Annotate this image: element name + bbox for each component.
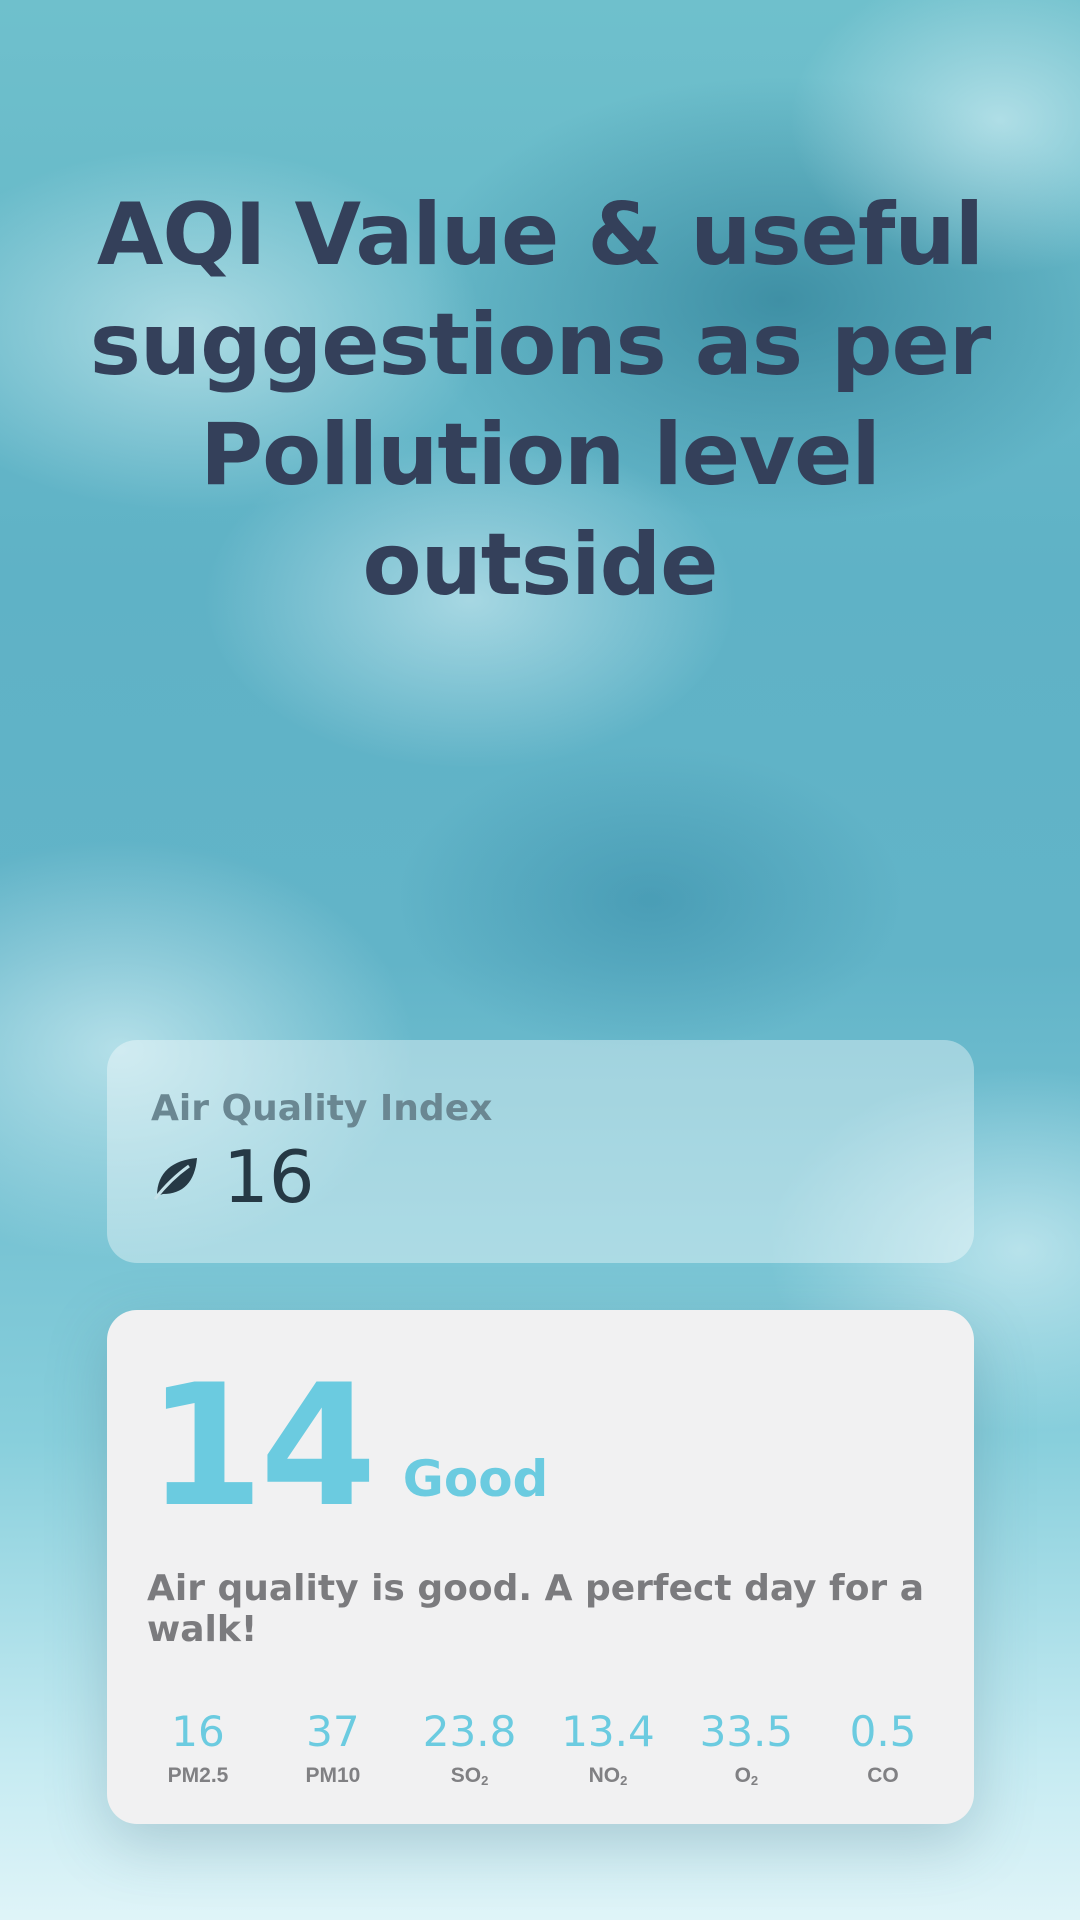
pollutant-name: NO2	[588, 1764, 628, 1788]
pollutant-name: SO2	[450, 1764, 489, 1788]
pollutant-value: 13.4	[561, 1707, 655, 1756]
pollutant-pm25[interactable]: 16 PM2.5	[153, 1708, 243, 1788]
score-row: 14 Good	[147, 1348, 934, 1544]
pollutant-list: 16 PM2.5 37 PM10 23.8 SO2 13.4 NO2 33.5 …	[147, 1707, 934, 1789]
pollutant-co[interactable]: 0.5 CO	[838, 1708, 928, 1788]
aqi-score: 14	[147, 1348, 377, 1544]
pollutant-o2[interactable]: 33.5 O2	[699, 1707, 794, 1789]
advice-text: Air quality is good. A perfect day for a…	[147, 1568, 925, 1650]
page-headline: AQI Value & useful suggestions as per Po…	[89, 185, 992, 615]
leaf-icon	[153, 1158, 197, 1200]
pollutant-no2[interactable]: 13.4 NO2	[561, 1707, 655, 1789]
pollutant-so2[interactable]: 23.8 SO2	[422, 1707, 517, 1789]
pollutant-name: CO	[867, 1764, 899, 1787]
pollutant-value: 23.8	[422, 1707, 517, 1756]
pollutant-value: 33.5	[699, 1707, 794, 1756]
aqi-label: Air Quality Index	[151, 1088, 493, 1129]
aqi-level-label: Good	[402, 1450, 549, 1508]
pollutant-value: 0.5	[849, 1707, 917, 1756]
air-quality-detail-card[interactable]: 14 Good Air quality is good. A perfect d…	[107, 1310, 974, 1824]
pollutant-name: PM2.5	[167, 1764, 229, 1787]
aqi-value: 16	[223, 1135, 315, 1219]
pollutant-name: PM10	[305, 1764, 361, 1787]
pollutant-value: 16	[171, 1707, 225, 1756]
pollutant-value: 37	[306, 1707, 360, 1756]
pollutant-pm10[interactable]: 37 PM10	[288, 1708, 378, 1788]
aqi-summary-card[interactable]: Air Quality Index 16	[107, 1040, 974, 1263]
aqi-value-row: 16	[151, 1137, 930, 1217]
pollutant-name: O2	[734, 1764, 759, 1788]
